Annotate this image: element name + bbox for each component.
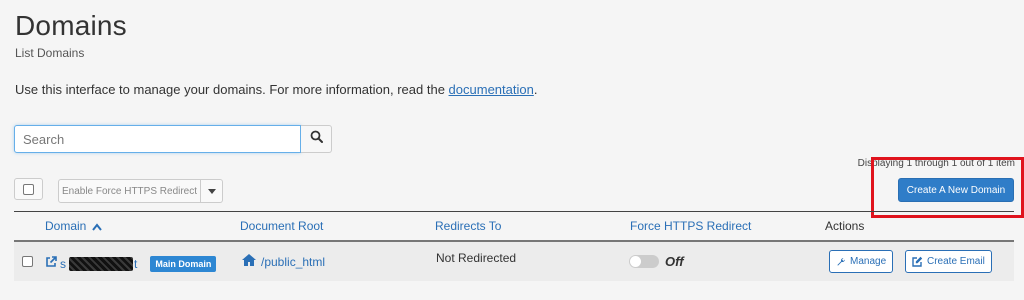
column-header-document-root[interactable]: Document Root xyxy=(240,219,323,233)
row-checkbox[interactable] xyxy=(22,256,33,267)
column-header-domain[interactable]: Domain xyxy=(45,219,102,234)
document-root-text: /public_html xyxy=(261,254,326,269)
intro-text: Use this interface to manage your domain… xyxy=(15,82,537,97)
caret-down-icon xyxy=(207,188,216,194)
page-subtitle: List Domains xyxy=(15,46,85,60)
search-icon xyxy=(310,130,323,148)
search-button[interactable] xyxy=(301,125,332,153)
search-input[interactable] xyxy=(14,125,302,153)
search-bar xyxy=(14,125,332,153)
redirects-to-value: Not Redirected xyxy=(436,251,517,265)
documentation-link[interactable]: documentation xyxy=(449,82,534,97)
intro-text-body: Use this interface to manage your domain… xyxy=(15,82,449,97)
edit-icon xyxy=(912,256,923,267)
table-top-divider xyxy=(14,211,1014,212)
bulk-action-group: Enable Force HTTPS Redirect xyxy=(58,179,223,203)
checkbox-square xyxy=(23,183,34,195)
create-email-button[interactable]: Create Email xyxy=(905,250,992,273)
select-all-checkbox[interactable] xyxy=(14,178,43,200)
home-icon xyxy=(241,253,257,270)
table-row: s t Main Domain /public_html Not Redirec… xyxy=(14,242,1014,281)
intro-text-end: . xyxy=(533,82,538,97)
page-title: Domains xyxy=(15,10,127,41)
column-header-domain-label: Domain xyxy=(45,219,87,233)
create-domain-button[interactable]: Create A New Domain xyxy=(898,178,1014,202)
bulk-action-dropdown-toggle[interactable] xyxy=(201,179,223,203)
chevron-up-icon xyxy=(91,220,102,234)
main-domain-badge: Main Domain xyxy=(150,256,217,272)
enable-force-https-button[interactable]: Enable Force HTTPS Redirect xyxy=(58,179,201,203)
column-header-actions: Actions xyxy=(825,219,865,233)
domain-link-suffix[interactable]: t xyxy=(134,257,137,271)
checkbox-square xyxy=(22,256,33,267)
force-https-state: Off xyxy=(665,254,684,269)
document-root-link[interactable]: /public_html xyxy=(241,253,325,270)
redacted-domain-text xyxy=(69,257,133,271)
external-link-icon[interactable] xyxy=(45,255,57,273)
force-https-toggle[interactable] xyxy=(629,255,659,268)
column-header-redirects-to[interactable]: Redirects To xyxy=(435,219,501,233)
column-header-force-https[interactable]: Force HTTPS Redirect xyxy=(630,219,751,233)
manage-button-label: Manage xyxy=(850,256,887,267)
domain-cell: s t Main Domain xyxy=(45,255,217,273)
display-count: Displaying 1 through 1 out of 1 item xyxy=(857,158,1015,169)
create-email-button-label: Create Email xyxy=(927,256,985,267)
force-https-cell: Off xyxy=(629,254,684,269)
domain-link[interactable]: s xyxy=(60,257,66,271)
wrench-icon xyxy=(836,257,846,267)
manage-button[interactable]: Manage xyxy=(829,250,894,273)
